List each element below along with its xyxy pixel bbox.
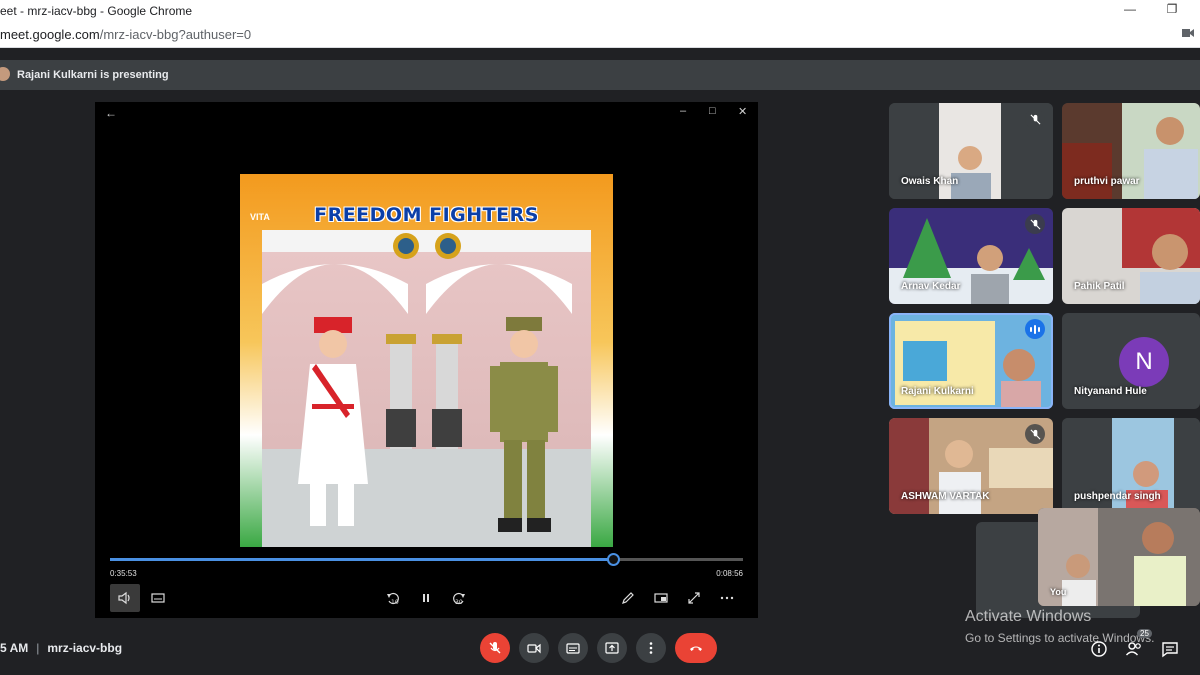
camera-toggle[interactable]	[519, 633, 549, 663]
more-horizontal-icon	[720, 596, 734, 600]
microphone-toggle[interactable]	[480, 633, 510, 663]
participant-name: pruthvi pawar	[1074, 176, 1140, 187]
participant-name: ASHWAM VARTAK	[901, 491, 990, 502]
svg-text:30: 30	[455, 599, 463, 606]
leave-call-button[interactable]	[675, 633, 717, 663]
mic-off-icon	[1030, 429, 1040, 439]
participant-avatar: N	[1119, 337, 1169, 387]
hang-up-icon	[690, 646, 702, 651]
meeting-details-button[interactable]	[1088, 638, 1110, 660]
rewind-10-button[interactable]: 10	[378, 584, 408, 612]
mic-off-icon	[1030, 114, 1040, 124]
captions-icon	[151, 593, 165, 603]
captions-button[interactable]	[143, 584, 173, 612]
chat-icon	[1162, 642, 1178, 658]
miniplayer-icon	[654, 593, 668, 603]
url-path: /mrz-iacv-bbg?authuser=0	[99, 27, 252, 42]
close-icon[interactable]: ✕	[738, 105, 747, 118]
people-icon	[1125, 642, 1141, 656]
camera-icon[interactable]	[1182, 28, 1194, 38]
participant-tile[interactable]: N Nityanand Hule	[1062, 313, 1200, 409]
separator: |	[36, 641, 40, 655]
present-now-button[interactable]	[597, 633, 627, 663]
mic-off-indicator	[1025, 214, 1045, 234]
back-arrow-icon[interactable]: ←	[105, 106, 117, 120]
spacer	[0, 48, 1200, 60]
minimize-icon[interactable]: –	[680, 105, 686, 117]
self-view[interactable]: You	[1038, 508, 1200, 606]
pause-button[interactable]	[411, 584, 441, 612]
meet-window: eet - mrz-iacv-bbg - Google Chrome — ❐ m…	[0, 0, 1200, 675]
seek-handle[interactable]	[607, 553, 621, 566]
present-screen-icon	[605, 642, 619, 654]
windows-activation-title: Activate Windows	[965, 608, 1092, 625]
captions-toggle[interactable]	[558, 633, 588, 663]
participant-count-badge: 25	[1137, 629, 1152, 638]
maximize-icon[interactable]: □	[709, 105, 716, 117]
meeting-time: 5 AM	[0, 641, 29, 655]
camera-icon	[527, 643, 541, 654]
presenting-bar: Rajani Kulkarni is presenting	[0, 60, 1200, 90]
elapsed-time: 0:35:53	[110, 569, 137, 578]
captions-icon	[566, 643, 580, 654]
browser-title-bar: eet - mrz-iacv-bbg - Google Chrome — ❐	[0, 0, 1200, 22]
mic-off-icon	[1030, 219, 1040, 229]
mic-off-indicator	[1025, 424, 1045, 444]
pause-icon	[423, 594, 429, 602]
forward-icon: 30	[453, 592, 465, 606]
mic-off-icon	[489, 642, 501, 654]
seek-bar[interactable]	[110, 553, 743, 566]
participant-tile[interactable]: ASHWAM VARTAK	[889, 418, 1053, 514]
self-name: You	[1050, 587, 1067, 597]
more-vertical-icon	[649, 642, 653, 654]
meeting-code: mrz-iacv-bbg	[47, 641, 123, 655]
miniplayer-button[interactable]	[646, 584, 676, 612]
chat-button[interactable]	[1159, 638, 1181, 660]
participant-name: Rajani Kulkarni	[901, 386, 974, 397]
draw-button[interactable]	[613, 584, 643, 612]
speaking-indicator	[1025, 319, 1045, 339]
window-title: eet - mrz-iacv-bbg - Google Chrome	[0, 4, 193, 18]
remaining-time: 0:08:56	[716, 569, 743, 578]
rewind-icon: 10	[387, 592, 399, 606]
volume-icon	[118, 591, 130, 605]
fullscreen-button[interactable]	[679, 584, 709, 612]
participant-tile[interactable]: Owais Khan	[889, 103, 1053, 199]
restore-button[interactable]: ❐	[1162, 2, 1182, 20]
address-bar[interactable]: meet.google.com/mrz-iacv-bbg?authuser=0	[0, 22, 1200, 48]
expand-icon	[688, 592, 700, 604]
info-icon	[1091, 641, 1107, 657]
url-text[interactable]: meet.google.com/mrz-iacv-bbg?authuser=0	[0, 27, 251, 42]
video-frame: FREEDOM FIGHTERS VITA	[240, 174, 613, 547]
participant-tile[interactable]: pruthvi pawar	[1062, 103, 1200, 199]
meeting-info: 5 AM | mrz-iacv-bbg	[0, 641, 122, 655]
presenter-avatar	[0, 67, 10, 81]
shared-video-player: ← – □ ✕ FREEDOM FIGHTERS VITA 0:35:53 0:…	[95, 102, 758, 618]
url-host: meet.google.com	[0, 27, 100, 42]
video-scene-image	[240, 174, 613, 547]
participant-tile[interactable]: Arnav Kedar	[889, 208, 1053, 304]
svg-text:10: 10	[391, 599, 399, 606]
participant-tile[interactable]: pushpendar singh	[1062, 418, 1200, 514]
more-options-button[interactable]	[636, 633, 666, 663]
pen-icon	[622, 592, 634, 604]
minimize-button[interactable]: —	[1120, 2, 1140, 20]
participant-name: Nityanand Hule	[1074, 386, 1147, 397]
participant-name: Owais Khan	[901, 176, 959, 187]
presenting-text: Rajani Kulkarni is presenting	[17, 69, 169, 81]
participant-name: Arnav Kedar	[901, 281, 961, 292]
participant-name: pushpendar singh	[1074, 491, 1161, 502]
seek-bar-fill	[110, 558, 614, 561]
mic-off-indicator	[1025, 109, 1045, 129]
forward-30-button[interactable]: 30	[444, 584, 474, 612]
video-logo: VITA	[250, 212, 270, 222]
more-options-button[interactable]	[712, 584, 742, 612]
volume-button[interactable]	[110, 584, 140, 612]
participant-name: Pahik Patil	[1074, 281, 1125, 292]
participant-tile[interactable]: Pahik Patil	[1062, 208, 1200, 304]
video-frame-title: FREEDOM FIGHTERS	[314, 204, 539, 226]
participant-tile-active-speaker[interactable]: Rajani Kulkarni	[889, 313, 1053, 409]
people-button[interactable]	[1123, 638, 1145, 660]
